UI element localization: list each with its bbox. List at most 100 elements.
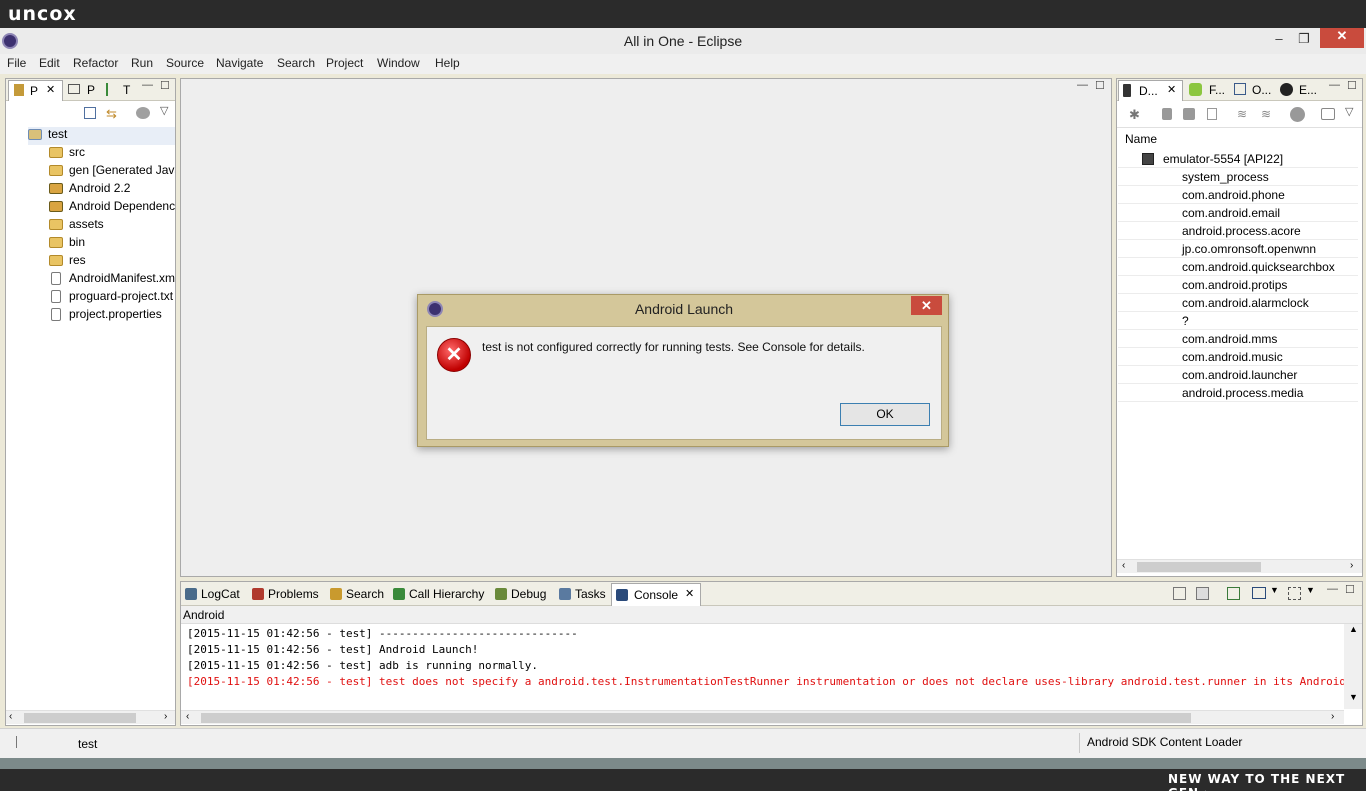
minimize-view-icon[interactable]: — [142, 79, 153, 91]
dump-hprof-icon[interactable] [1183, 108, 1195, 120]
tree-item-android-2-2[interactable]: Android 2.2 [49, 181, 175, 199]
scroll-down-icon[interactable]: ▼ [1349, 692, 1358, 702]
menu-refactor[interactable]: Refactor [73, 56, 118, 70]
stop-process-icon[interactable] [1290, 107, 1305, 122]
update-heap-icon[interactable] [1162, 108, 1172, 120]
chevron-down-icon[interactable]: ▼ [1306, 585, 1315, 595]
process-row[interactable]: jp.co.omronsoft.openwnn [1118, 240, 1358, 258]
menu-file[interactable]: File [7, 56, 26, 70]
device-row[interactable]: emulator-5554 [API22] [1118, 150, 1358, 168]
menu-project[interactable]: Project [326, 56, 363, 70]
tab-tasks[interactable]: Tasks [559, 584, 606, 604]
devices-horizontal-scrollbar[interactable]: ‹ › [1117, 559, 1362, 573]
process-row[interactable]: com.android.alarmclock [1118, 294, 1358, 312]
minimize-editor-icon[interactable]: — [1077, 79, 1088, 91]
tree-item-project-properties[interactable]: project.properties [49, 307, 175, 325]
maximize-editor-icon[interactable]: ☐ [1095, 79, 1105, 92]
ok-button[interactable]: OK [840, 403, 930, 426]
tab-logcat[interactable]: LogCat [185, 584, 240, 604]
tree-item-assets[interactable]: assets [49, 217, 175, 235]
process-row[interactable]: ? [1118, 312, 1358, 330]
scroll-up-icon[interactable]: ▲ [1349, 624, 1358, 634]
tree-item-android-manifest[interactable]: AndroidManifest.xml [49, 271, 175, 289]
tree-item-project[interactable]: test [28, 127, 175, 145]
restore-button[interactable]: ❐ [1291, 31, 1317, 49]
close-tab-icon[interactable]: ✕ [46, 83, 55, 96]
scroll-right-icon[interactable]: › [164, 711, 167, 722]
tab-search[interactable]: Search [330, 584, 384, 604]
process-row[interactable]: com.android.quicksearchbox [1118, 258, 1358, 276]
tab-file-explorer[interactable]: F... [1189, 82, 1229, 100]
menu-search[interactable]: Search [277, 56, 315, 70]
process-row[interactable]: com.android.email [1118, 204, 1358, 222]
debug-process-icon[interactable]: ✱ [1129, 107, 1140, 123]
tab-console[interactable]: Console ✕ [611, 583, 701, 606]
maximize-view-icon[interactable]: ☐ [1347, 79, 1357, 92]
menu-source[interactable]: Source [166, 56, 204, 70]
open-console-icon[interactable] [1288, 587, 1301, 600]
view-menu-icon[interactable]: ▽ [160, 104, 168, 117]
close-icon[interactable]: ✕ [911, 296, 942, 315]
close-tab-icon[interactable]: ✕ [1167, 83, 1176, 96]
tree-item-src[interactable]: src [49, 145, 175, 163]
update-threads-icon[interactable]: ≋ [1237, 107, 1247, 121]
column-header-name[interactable]: Name [1125, 132, 1157, 146]
close-tab-icon[interactable]: ✕ [685, 587, 694, 600]
clear-console-icon[interactable] [1173, 587, 1186, 600]
minimize-button[interactable]: – [1266, 31, 1292, 49]
process-row[interactable]: com.android.mms [1118, 330, 1358, 348]
tree-item-proguard[interactable]: proguard-project.txt [49, 289, 175, 307]
cause-gc-icon[interactable] [1207, 108, 1217, 120]
scroll-left-icon[interactable]: ‹ [186, 711, 189, 722]
process-row[interactable]: system_process [1118, 168, 1358, 186]
tab-emulator-control[interactable]: E... [1280, 82, 1320, 100]
menu-run[interactable]: Run [131, 56, 153, 70]
display-console-icon[interactable] [1252, 587, 1266, 599]
scroll-right-icon[interactable]: › [1331, 711, 1334, 722]
tree-item-gen[interactable]: gen [Generated Java Files] [49, 163, 175, 181]
minimize-view-icon[interactable]: — [1329, 79, 1340, 91]
tree-item-res[interactable]: res [49, 253, 175, 271]
tab-project-explorer[interactable]: P [68, 82, 98, 100]
explorer-horizontal-scrollbar[interactable]: ‹ › [6, 710, 175, 724]
tree-item-android-dependencies[interactable]: Android Dependencies [49, 199, 175, 217]
tab-package-explorer[interactable]: P ✕ [8, 80, 63, 101]
process-row[interactable]: android.process.acore [1118, 222, 1358, 240]
menu-navigate[interactable]: Navigate [216, 56, 263, 70]
scroll-right-icon[interactable]: › [1350, 560, 1353, 571]
console-horizontal-scrollbar[interactable]: ‹ › [181, 710, 1344, 724]
view-menu-icon[interactable]: ▽ [1345, 105, 1353, 118]
process-row[interactable]: com.android.launcher [1118, 366, 1358, 384]
scroll-thumb[interactable] [1137, 562, 1261, 572]
console-vertical-scrollbar[interactable]: ▲ ▼ [1344, 624, 1362, 709]
tab-debug[interactable]: Debug [495, 584, 546, 604]
scroll-lock-icon[interactable] [1196, 587, 1209, 600]
fast-view-icon[interactable] [16, 736, 26, 748]
menu-edit[interactable]: Edit [39, 56, 60, 70]
filters-icon[interactable] [136, 107, 150, 119]
tab-call-hierarchy[interactable]: Call Hierarchy [393, 584, 484, 604]
method-profiling-icon[interactable]: ≋ [1261, 107, 1271, 121]
scroll-thumb[interactable] [24, 713, 136, 723]
menu-window[interactable]: Window [377, 56, 420, 70]
process-row[interactable]: com.android.protips [1118, 276, 1358, 294]
screen-capture-icon[interactable] [1321, 108, 1335, 120]
close-window-button[interactable]: ✕ [1320, 28, 1364, 48]
console-output[interactable]: [2015-11-15 01:42:56 - test] -----------… [181, 624, 1344, 709]
tab-devices[interactable]: D... ✕ [1118, 80, 1183, 101]
maximize-view-icon[interactable]: ☐ [1345, 583, 1355, 596]
process-row[interactable]: com.android.music [1118, 348, 1358, 366]
link-with-editor-icon[interactable]: ⇆ [106, 106, 117, 122]
tab-type-hierarchy[interactable]: T [106, 82, 136, 100]
tree-item-bin[interactable]: bin [49, 235, 175, 253]
maximize-view-icon[interactable]: ☐ [160, 79, 170, 92]
scroll-thumb[interactable] [201, 713, 1191, 723]
scroll-left-icon[interactable]: ‹ [9, 711, 12, 722]
process-row[interactable]: android.process.media [1118, 384, 1358, 402]
minimize-view-icon[interactable]: — [1327, 583, 1338, 595]
pin-console-icon[interactable] [1227, 587, 1240, 600]
tab-outline[interactable]: O... [1234, 82, 1274, 100]
process-row[interactable]: com.android.phone [1118, 186, 1358, 204]
scroll-left-icon[interactable]: ‹ [1122, 560, 1125, 571]
menu-help[interactable]: Help [435, 56, 460, 70]
